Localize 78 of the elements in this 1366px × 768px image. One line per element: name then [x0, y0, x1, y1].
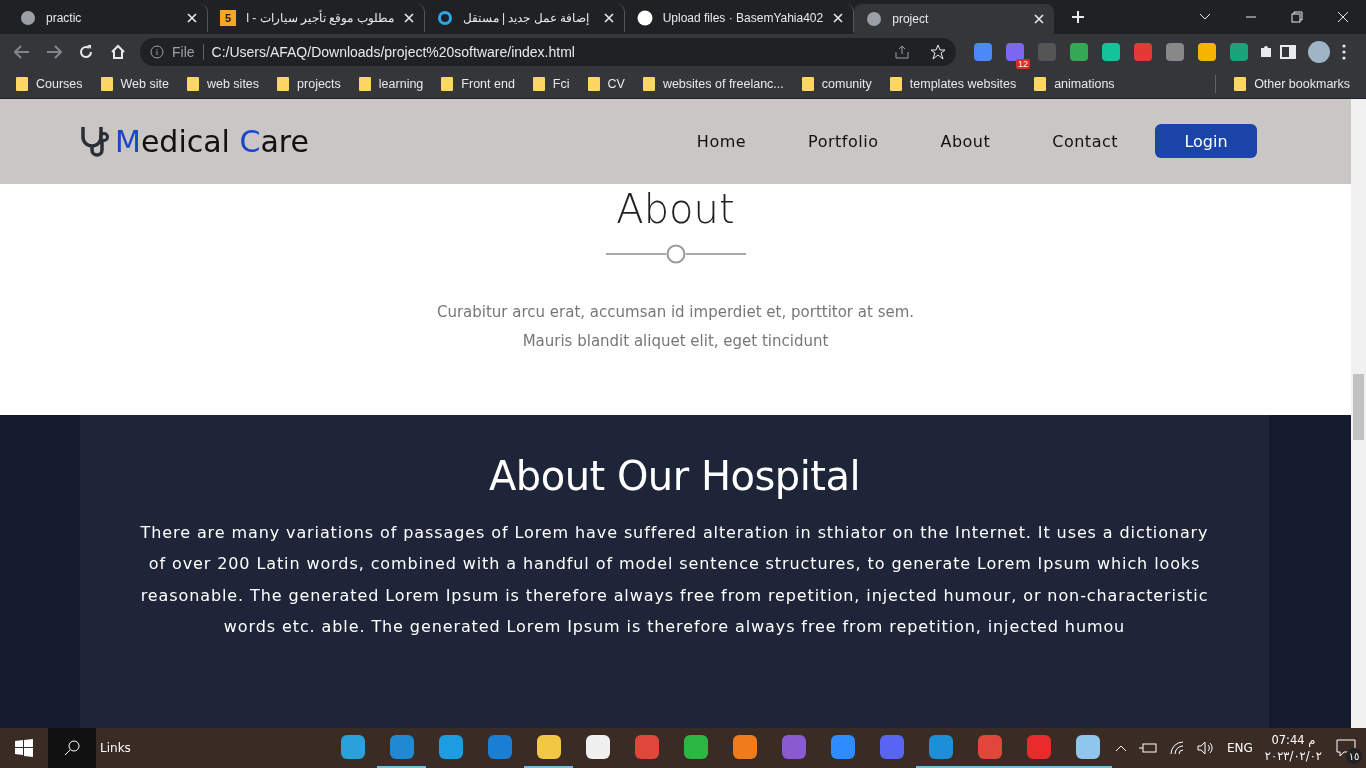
avatar[interactable]	[1308, 40, 1330, 63]
close-icon[interactable]	[833, 13, 844, 23]
extension-icon[interactable]	[974, 42, 992, 61]
folder-icon	[532, 76, 545, 91]
folder-icon	[441, 76, 454, 91]
folder-icon	[889, 76, 902, 91]
logo-text: Medical Care	[115, 123, 309, 159]
search-icon[interactable]	[48, 728, 96, 768]
extension-icon[interactable]	[1102, 42, 1120, 61]
login-button[interactable]: Login	[1155, 124, 1257, 159]
wifi-icon[interactable]	[1168, 741, 1185, 755]
close-icon[interactable]	[603, 13, 614, 23]
bookmark[interactable]: web sites	[186, 76, 260, 91]
nav-link[interactable]: About	[940, 131, 991, 151]
section-text: Curabitur arcu erat, accumsan id imperdiet et, porttitor at sem. Mauris blandit aliquet elit, eget tincidunt	[436, 301, 915, 352]
search-label[interactable]: Links	[100, 741, 320, 755]
bookmark[interactable]: Front end	[441, 76, 515, 91]
bookmark[interactable]: Fci	[532, 76, 570, 91]
folder-icon	[186, 76, 199, 91]
extension-icon[interactable]	[1006, 42, 1024, 61]
bookmark[interactable]: Web site	[100, 76, 169, 91]
nav-link[interactable]: Contact	[1052, 131, 1118, 151]
bookmark[interactable]: Courses	[16, 76, 83, 91]
app-icon[interactable]	[536, 735, 561, 759]
bookmark[interactable]: CV	[587, 76, 625, 91]
extension-icon[interactable]	[1230, 42, 1248, 61]
chevron-up-icon[interactable]	[1114, 744, 1127, 752]
hospital-text: There are many variations of passages of Lorem have suffered alteration in sthiator on the Internet. It uses a dictionary of over 200 Latin words, combined with a handful of model sentence structures, to generate Lorem Ipsum which looks reasonable. The generated Lorem Ipsum is therefore always free from repetition, injected humour, or non-characteristic words etc. able. The generated Lorem Ipsum is therefore always free from repetition, injected humou	[140, 521, 1209, 639]
share-icon[interactable]	[894, 43, 910, 60]
scrollbar[interactable]	[1351, 98, 1366, 728]
notification-badge: 12	[1016, 58, 1030, 69]
clock[interactable]: 07:44 م ٢٠٢٣/٠٢/٠٢	[1264, 732, 1322, 764]
app-icon[interactable]	[683, 735, 708, 759]
browser-tab[interactable]: إضافة عمل جديد | مستقل	[424, 4, 625, 32]
info-icon[interactable]	[150, 44, 164, 59]
bookmark[interactable]: projects	[277, 76, 341, 91]
speaker-icon[interactable]	[1196, 741, 1215, 755]
menu-icon[interactable]	[1342, 43, 1346, 60]
other-bookmarks[interactable]: Other bookmarks	[1234, 76, 1350, 91]
extension-icon[interactable]	[1070, 42, 1088, 61]
close-icon[interactable]	[187, 13, 197, 23]
bookmark[interactable]: comunity	[801, 76, 872, 91]
folder-icon	[801, 76, 814, 91]
star-icon[interactable]	[930, 43, 946, 60]
folder-icon	[1034, 76, 1047, 91]
bookmark[interactable]: websites of freelanc...	[642, 76, 784, 91]
browser-tab[interactable]: practic	[8, 4, 208, 32]
folder-icon	[642, 76, 655, 91]
browser-tab[interactable]: project	[854, 4, 1055, 34]
extension-icon[interactable]	[1166, 42, 1184, 61]
close-icon[interactable]	[1034, 14, 1045, 24]
side-panel-icon[interactable]	[1280, 43, 1296, 60]
nav-link[interactable]: Home	[696, 131, 747, 151]
puzzle-icon[interactable]	[1258, 43, 1274, 60]
bookmark[interactable]: animations	[1034, 76, 1115, 91]
folder-icon	[277, 76, 290, 91]
bookmark[interactable]: learning	[358, 76, 424, 91]
browser-tab[interactable]: Upload files · BasemYahia402	[624, 4, 855, 32]
app-icon[interactable]	[585, 735, 610, 759]
folder-icon	[1234, 76, 1247, 91]
battery-icon[interactable]	[1138, 742, 1157, 754]
tab-favicon: 5	[220, 10, 236, 26]
app-icon[interactable]	[1075, 735, 1100, 759]
hospital-title: About Our Hospital	[488, 452, 861, 499]
extension-icon[interactable]	[1134, 42, 1152, 61]
address-bar[interactable]: File C:/Users/AFAQ/Downloads/project%20software/index.html	[140, 37, 956, 66]
close-icon[interactable]	[403, 13, 414, 23]
folder-icon	[587, 76, 600, 91]
section-title: About	[616, 185, 735, 232]
extension-icon[interactable]	[1198, 42, 1216, 61]
folder-icon	[100, 76, 113, 91]
app-icon[interactable]	[732, 735, 757, 759]
ring-icon	[436, 10, 453, 26]
language-indicator[interactable]: ENG	[1226, 741, 1253, 755]
folder-icon	[16, 76, 28, 91]
folder-icon	[358, 76, 371, 91]
nav-link[interactable]: Portfolio	[808, 131, 879, 151]
bookmark[interactable]: templates websites	[889, 76, 1017, 91]
